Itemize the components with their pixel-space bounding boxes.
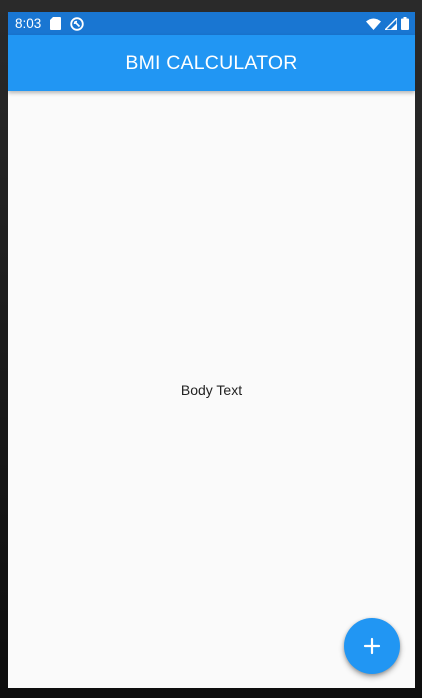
status-time: 8:03 <box>15 16 42 31</box>
add-fab-button[interactable] <box>344 618 400 674</box>
sync-circle-icon <box>70 16 84 31</box>
status-left-group: 8:03 <box>15 16 84 31</box>
body-area: Body Text <box>8 91 415 688</box>
wifi-icon <box>366 18 381 30</box>
app-screen: 8:03 BMI CALCULATOR Body Text <box>8 12 415 688</box>
device-frame: 8:03 BMI CALCULATOR Body Text <box>0 0 422 698</box>
battery-icon <box>401 17 409 30</box>
app-bar: BMI CALCULATOR <box>8 35 415 91</box>
status-bar: 8:03 <box>8 12 415 35</box>
status-right-group <box>366 17 409 30</box>
plus-icon <box>363 637 381 655</box>
signal-icon <box>385 17 397 30</box>
body-text: Body Text <box>180 381 243 398</box>
sd-card-icon <box>50 17 62 30</box>
app-title: BMI CALCULATOR <box>125 51 298 74</box>
